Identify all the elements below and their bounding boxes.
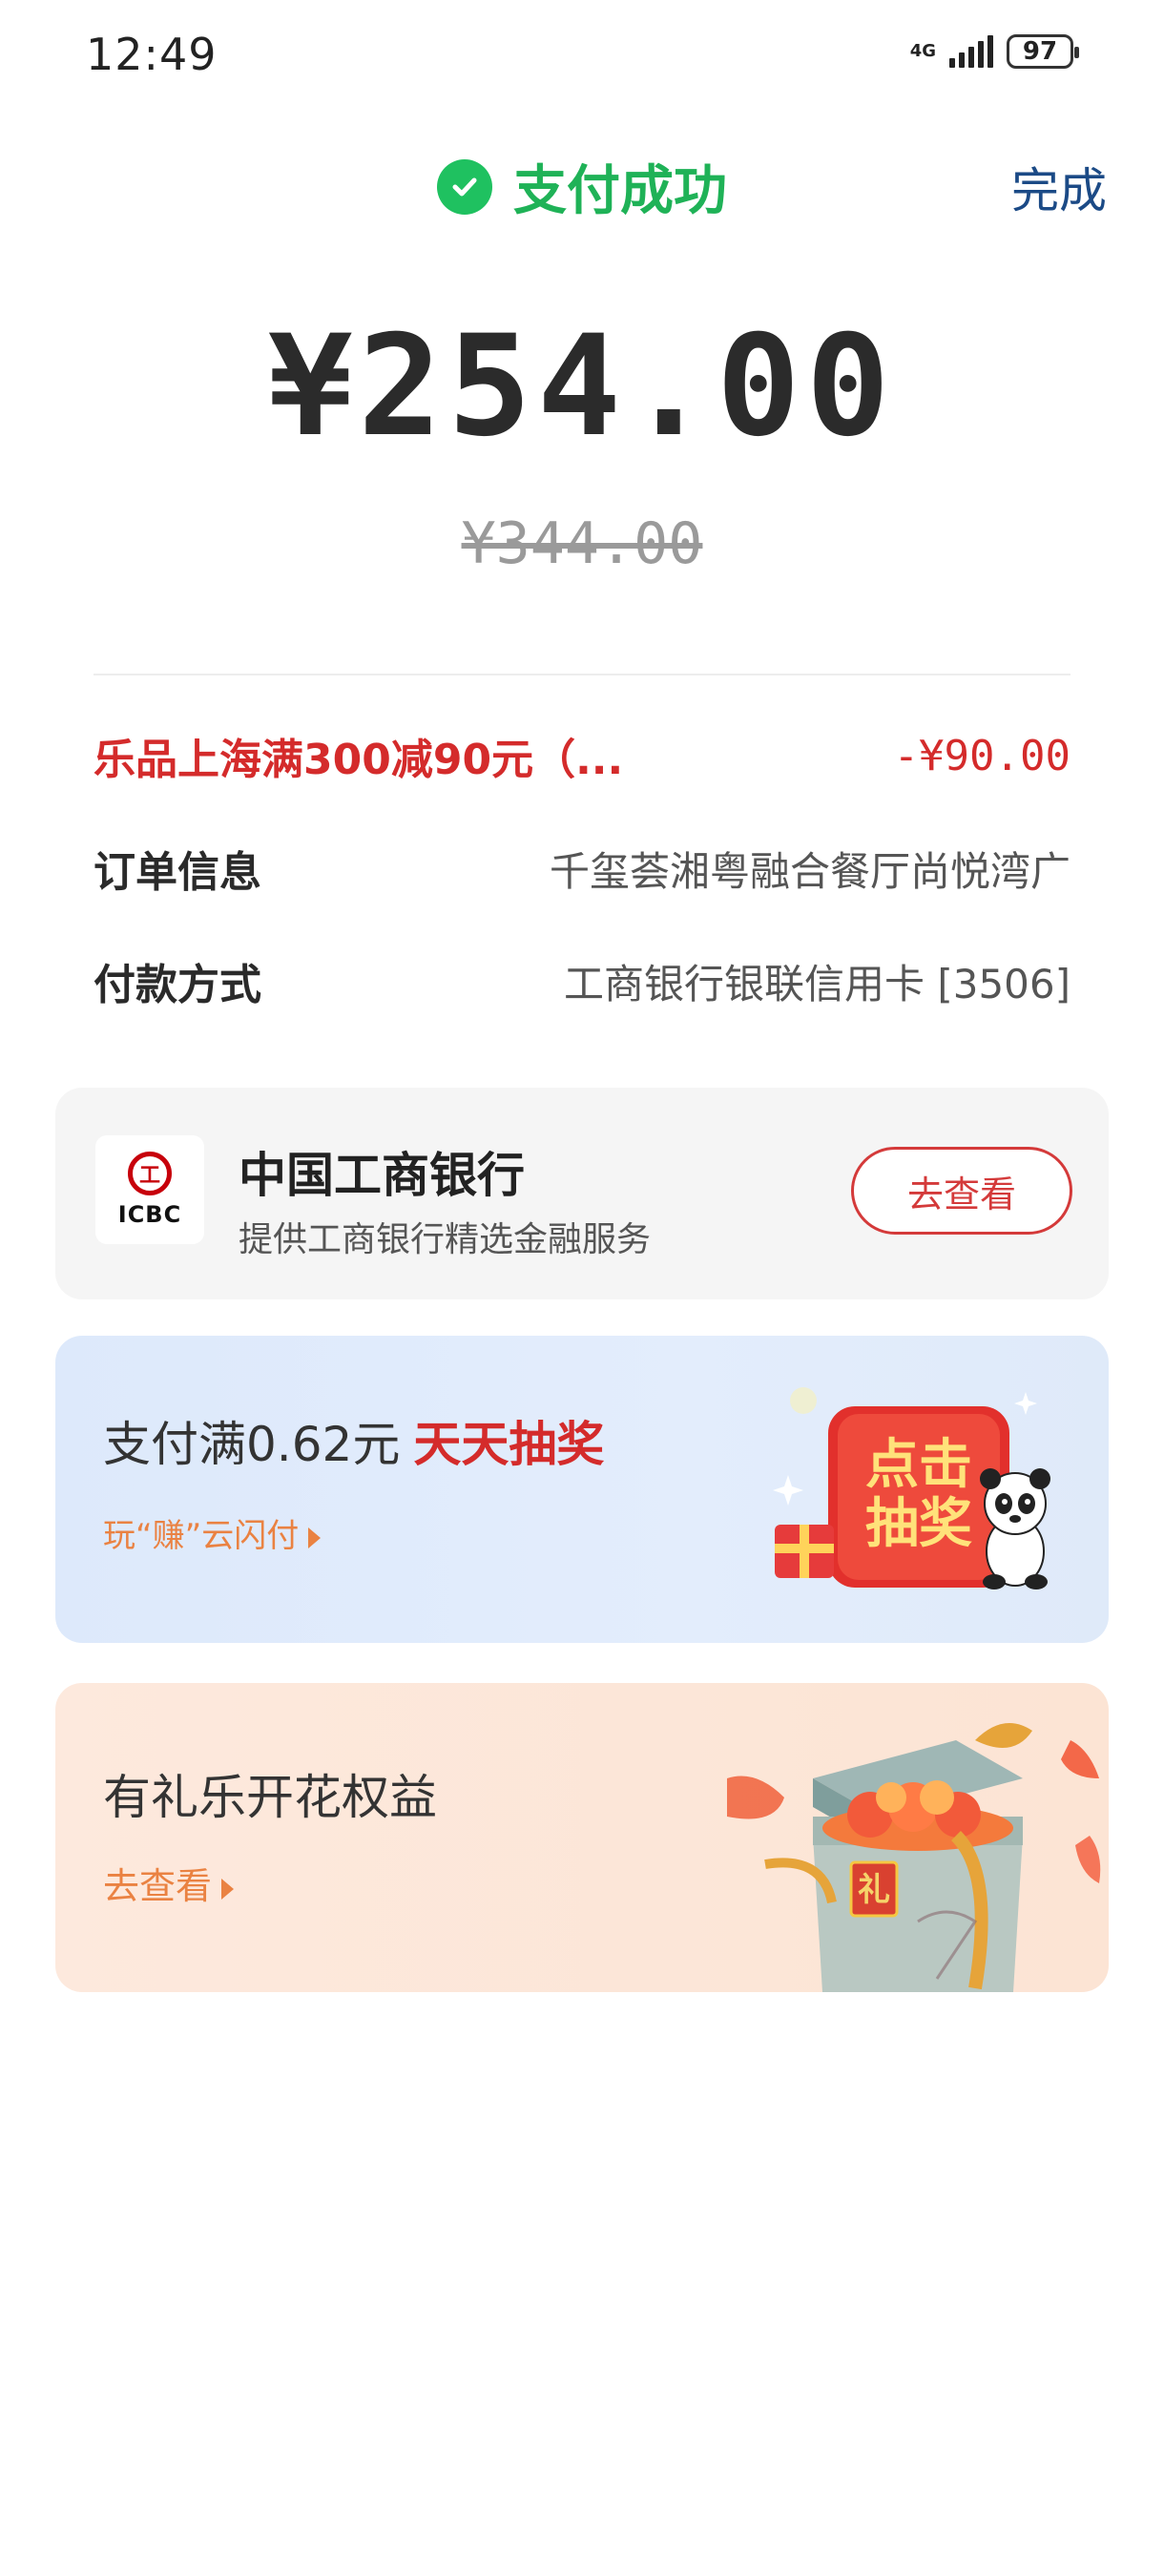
payment-status: 支付成功	[0, 148, 1164, 225]
lottery-illustration[interactable]: 点击 抽奖	[765, 1381, 1080, 1601]
done-button[interactable]: 完成	[1011, 153, 1107, 221]
bank-card[interactable]: 工 ICBC 中国工商银行 提供工商银行精选金融服务 去查看	[55, 1088, 1109, 1299]
order-info-row: 订单信息 千玺荟湘粤融合餐厅尚悦湾广	[94, 838, 1070, 899]
order-info-value: 千玺荟湘粤融合餐厅尚悦湾广	[549, 847, 1070, 895]
bank-name: 中国工商银行	[239, 1148, 525, 1203]
discount-row[interactable]: 乐品上海满300减90元（... -¥90.00	[94, 725, 1070, 786]
status-time: 12:49	[86, 29, 218, 80]
network-type: 4G	[909, 41, 936, 61]
payment-method-row: 付款方式 工商银行银联信用卡 [3506]	[94, 950, 1070, 1011]
lottery-image-text-2: 抽奖	[865, 1493, 972, 1555]
gift-benefits-card[interactable]: 有礼乐开花权益 去查看 礼	[55, 1683, 1109, 1992]
battery-icon: 97	[1007, 34, 1079, 69]
status-indicators: 4G 97	[909, 34, 1079, 69]
signal-icon	[949, 35, 993, 68]
paid-amount: ¥254.00	[268, 305, 896, 467]
lottery-highlight: 天天抽奖	[413, 1417, 605, 1472]
play-arrow-icon	[221, 1878, 235, 1900]
icbc-logo: 工 ICBC	[95, 1135, 204, 1244]
lottery-card[interactable]: 支付满0.62元 天天抽奖 玩“赚”云闪付 点击 抽奖	[55, 1336, 1109, 1643]
payment-method-label: 付款方式	[94, 961, 261, 1009]
order-info-label: 订单信息	[94, 848, 261, 897]
icbc-emblem-icon: 工	[128, 1152, 172, 1195]
lottery-link-text: 玩“赚”云闪付	[103, 1517, 300, 1555]
payment-method-value: 工商银行银联信用卡 [3506]	[563, 960, 1070, 1008]
battery-level: 97	[1022, 37, 1058, 66]
gift-link-text: 去查看	[103, 1865, 213, 1907]
original-amount: ¥344.00	[461, 510, 703, 577]
lottery-link[interactable]: 玩“赚”云闪付	[103, 1509, 322, 1556]
bank-desc: 提供工商银行精选金融服务	[239, 1220, 652, 1259]
discount-value: -¥90.00	[893, 731, 1070, 780]
gift-box-illustration[interactable]: 礼	[708, 1702, 1109, 1992]
lottery-title-text: 支付满0.62元	[103, 1417, 401, 1472]
divider	[94, 674, 1070, 675]
gift-image-char: 礼	[858, 1871, 890, 1909]
page-title: 支付成功	[513, 160, 727, 222]
discount-label: 乐品上海满300减90元（...	[94, 736, 624, 784]
check-circle-icon	[437, 158, 492, 215]
logo-text: ICBC	[117, 1201, 182, 1228]
bank-view-button[interactable]: 去查看	[851, 1147, 1072, 1235]
gift-title: 有礼乐开花权益	[103, 1770, 437, 1825]
lottery-image-text-1: 点击	[865, 1434, 972, 1496]
gift-view-link[interactable]: 去查看	[103, 1857, 235, 1909]
lottery-title: 支付满0.62元 天天抽奖	[103, 1406, 604, 1475]
play-arrow-icon	[308, 1527, 322, 1548]
